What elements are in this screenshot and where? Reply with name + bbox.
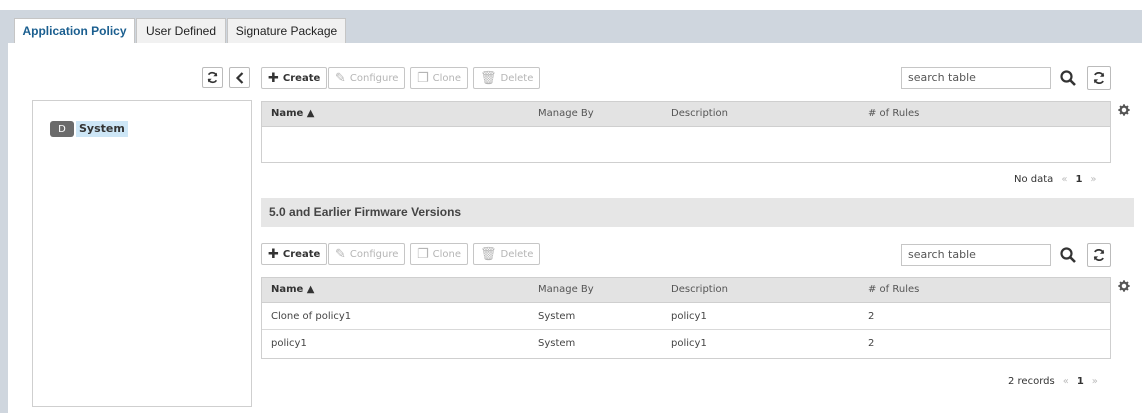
configure-button[interactable]: ✎ Configure [328,243,406,265]
plus-icon: ✚ [268,70,279,86]
table-header: Name ▲ Manage By Description # of Rules [262,102,1110,127]
records-count: 2 records [1008,376,1055,387]
delete-label: Delete [500,72,534,84]
tab-signature-package[interactable]: Signature Package [227,18,346,43]
cell-rules: 2 [868,338,875,349]
tree-collapse-button[interactable] [229,67,250,88]
clone-icon: ❐ [417,70,429,86]
clone-button[interactable]: ❐ Clone [410,67,469,89]
cell-rules: 2 [868,311,875,322]
pagination: No data « 1 » [1014,174,1097,185]
pagination: 2 records « 1 » [1008,376,1098,387]
create-label: Create [282,248,321,260]
gear-icon[interactable] [1118,280,1130,292]
table-refresh-button[interactable] [1087,243,1111,267]
prev-page-button[interactable]: « [1061,174,1067,185]
cell-name: Clone of policy1 [271,311,352,322]
create-button[interactable]: ✚ Create [261,243,328,265]
search-icon[interactable] [1059,69,1077,87]
tree-node-label: System [76,121,128,137]
tree-node-system[interactable]: D System [50,120,128,138]
clone-label: Clone [432,248,462,260]
col-description[interactable]: Description [671,108,728,119]
search-input[interactable]: search table [901,67,1051,89]
create-button[interactable]: ✚ Create [261,67,328,89]
clone-icon: ❐ [417,246,429,262]
refresh-icon [1093,72,1105,84]
col-rules[interactable]: # of Rules [868,284,919,295]
page-number[interactable]: 1 [1075,174,1082,185]
create-label: Create [282,72,321,84]
prev-page-button[interactable]: « [1063,376,1069,387]
clone-label: Clone [432,72,462,84]
top-margin [0,0,1142,10]
tree-refresh-button[interactable] [202,67,223,88]
page-number[interactable]: 1 [1077,376,1084,387]
next-page-button[interactable]: » [1090,174,1096,185]
cell-name: policy1 [271,338,307,349]
tab-user-defined[interactable]: User Defined [136,18,226,43]
col-name[interactable]: Name ▲ [271,108,315,119]
domain-tree-panel: D System [32,100,252,407]
next-page-button[interactable]: » [1092,376,1098,387]
plus-icon: ✚ [268,246,279,262]
cell-description: policy1 [671,338,707,349]
col-manage-by[interactable]: Manage By [538,108,594,119]
domain-badge: D [50,121,74,137]
table-row[interactable]: policy1 System policy1 2 [262,330,1110,357]
col-description[interactable]: Description [671,284,728,295]
col-rules[interactable]: # of Rules [868,108,919,119]
policy-table: Name ▲ Manage By Description # of Rules [261,101,1111,163]
configure-button[interactable]: ✎ Configure [328,67,406,89]
col-name[interactable]: Name ▲ [271,284,315,295]
cell-description: policy1 [671,311,707,322]
trash-icon: 🗑 [480,246,497,262]
pencil-icon: ✎ [335,246,346,262]
cell-manage-by: System [538,338,576,349]
configure-label: Configure [349,72,399,84]
tab-application-policy[interactable]: Application Policy [14,18,135,44]
table-header: Name ▲ Manage By Description # of Rules [262,278,1110,303]
gear-icon[interactable] [1118,104,1130,116]
search-icon[interactable] [1059,246,1077,264]
pencil-icon: ✎ [335,70,346,86]
section-title: 5.0 and Earlier Firmware Versions [261,198,1134,227]
table-row[interactable]: Clone of policy1 System policy1 2 [262,303,1110,330]
delete-label: Delete [500,248,534,260]
col-manage-by[interactable]: Manage By [538,284,594,295]
delete-button[interactable]: 🗑 Delete [473,243,541,265]
configure-label: Configure [349,248,399,260]
legacy-policy-table: Name ▲ Manage By Description # of Rules … [261,277,1111,359]
cell-manage-by: System [538,311,576,322]
table-refresh-button[interactable] [1087,66,1111,90]
clone-button[interactable]: ❐ Clone [410,243,469,265]
search-input[interactable]: search table [901,244,1051,266]
refresh-icon [1093,249,1105,261]
left-edge [0,10,8,413]
refresh-icon [207,71,218,84]
collapse-left-icon [235,71,243,84]
records-count: No data [1014,174,1054,185]
delete-button[interactable]: 🗑 Delete [473,67,541,89]
trash-icon: 🗑 [480,70,497,86]
